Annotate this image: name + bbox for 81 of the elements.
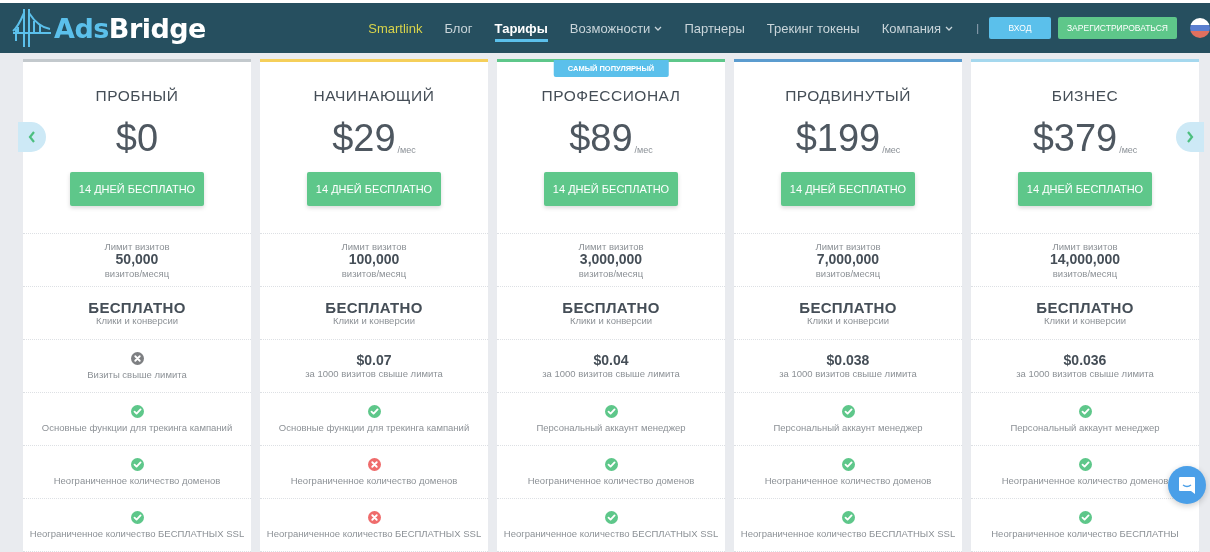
price-period: /мес bbox=[1119, 145, 1138, 155]
limit-unit: визитов/месяц bbox=[815, 267, 881, 279]
plan-name: БИЗНЕС bbox=[1051, 87, 1119, 105]
limit-unit: визитов/месяц bbox=[104, 267, 170, 279]
plan-price: $89 bbox=[569, 119, 633, 157]
overage-price: $0.07 bbox=[356, 352, 392, 369]
feature-label: Неограниченное количество доменов bbox=[527, 475, 695, 486]
next-button[interactable] bbox=[1176, 122, 1204, 152]
plan-name: ПРОФЕССИОНАЛ bbox=[541, 87, 681, 105]
nav-link[interactable]: Компания bbox=[881, 17, 954, 42]
feature-label: Неограниченное количество БЕСПЛАТНЫХ SSL bbox=[503, 528, 719, 539]
price-period: /мес bbox=[397, 145, 416, 155]
clicks-value: БЕСПЛАТНО bbox=[325, 299, 423, 316]
limit-value: 7,000,000 bbox=[816, 252, 880, 268]
price-period: /мес bbox=[634, 145, 653, 155]
nav-link[interactable]: Smartlink bbox=[368, 17, 423, 42]
chevron-down-icon bbox=[654, 26, 663, 31]
feature-label: Неограниченное количество доменов bbox=[53, 475, 221, 486]
feature-label: Неограниченное количество доменов bbox=[290, 475, 458, 486]
nav-link[interactable]: Блог bbox=[444, 17, 473, 42]
feature-label: Персональный аккаунт менеджер bbox=[773, 422, 923, 433]
feature-label: Основные функции для трекинга кампаний bbox=[278, 422, 470, 433]
clicks-label: Клики и конверсии bbox=[569, 315, 653, 327]
clicks-label: Клики и конверсии bbox=[95, 315, 179, 327]
feature-label: Персональный аккаунт менеджер bbox=[536, 422, 686, 433]
overage-label: за 1000 визитов свыше лимита bbox=[1016, 368, 1154, 380]
flag-icon[interactable] bbox=[1190, 18, 1210, 38]
plan-name: ПРОДВИНУТЫЙ bbox=[785, 87, 911, 105]
limit-label: Лимит визитов bbox=[1052, 241, 1118, 253]
price-period: /мес bbox=[882, 145, 901, 155]
nav-link[interactable]: Трекинг токены bbox=[766, 17, 860, 42]
logo-text: AdsBridge bbox=[54, 12, 206, 44]
limit-value: 50,000 bbox=[115, 252, 159, 268]
plan-price: $0 bbox=[115, 119, 159, 157]
feature-label: Неограниченное количество БЕСПЛАТНЫ bbox=[991, 528, 1179, 539]
feature-label: Персональный аккаунт менеджер bbox=[1010, 422, 1160, 433]
overage-price: $0.036 bbox=[1063, 352, 1107, 369]
clicks-value: БЕСПЛАТНО bbox=[799, 299, 897, 316]
overage-label: Визиты свыше лимита bbox=[87, 369, 187, 380]
chevron-right-icon bbox=[1185, 130, 1195, 144]
plan-price: $29 bbox=[332, 119, 396, 157]
nav-link[interactable]: Партнеры bbox=[684, 17, 745, 42]
feature-label: Неограниченное количество БЕСПЛАТНЫХ SSL bbox=[740, 528, 956, 539]
limit-value: 100,000 bbox=[348, 252, 400, 268]
nav-link[interactable]: Тарифы bbox=[494, 17, 548, 42]
clicks-label: Клики и конверсии bbox=[1043, 315, 1127, 327]
plan-name: НАЧИНАЮЩИЙ bbox=[313, 87, 435, 105]
limit-label: Лимит визитов bbox=[341, 241, 407, 253]
plan-name: ПРОБНЫЙ bbox=[95, 87, 179, 105]
feature-label: Основные функции для трекинга кампаний bbox=[41, 422, 233, 433]
feature-label: Неограниченное количество доменов bbox=[764, 475, 932, 486]
chevron-down-icon bbox=[945, 26, 954, 31]
chevron-left-icon bbox=[27, 130, 37, 144]
limit-label: Лимит визитов bbox=[104, 241, 170, 253]
clicks-label: Клики и конверсии bbox=[332, 315, 416, 327]
plan-price: $199 bbox=[795, 119, 881, 157]
overage-label: за 1000 визитов свыше лимита bbox=[779, 368, 917, 380]
overage-label: за 1000 визитов свыше лимита bbox=[305, 368, 443, 380]
clicks-label: Клики и конверсии bbox=[806, 315, 890, 327]
limit-value: 3,000,000 bbox=[579, 252, 643, 268]
limit-unit: визитов/месяц bbox=[341, 267, 407, 279]
limit-label: Лимит визитов bbox=[578, 241, 644, 253]
limit-label: Лимит визитов bbox=[815, 241, 881, 253]
overage-label: за 1000 визитов свыше лимита bbox=[542, 368, 680, 380]
clicks-value: БЕСПЛАТНО bbox=[562, 299, 660, 316]
nav-separator: | bbox=[976, 22, 979, 34]
feature-label: Неограниченное количество БЕСПЛАТНЫХ SSL bbox=[29, 528, 245, 539]
plan-price: $379 bbox=[1032, 119, 1118, 157]
nav-link[interactable]: Возможности bbox=[569, 17, 663, 42]
clicks-value: БЕСПЛАТНО bbox=[1036, 299, 1134, 316]
chat-bubble-icon bbox=[1177, 475, 1197, 495]
bridge-icon bbox=[12, 7, 52, 49]
limit-unit: визитов/месяц bbox=[578, 267, 644, 279]
feature-label: Неограниченное количество доменов bbox=[1001, 475, 1169, 486]
feature-label: Неограниченное количество БЕСПЛАТНЫХ SSL bbox=[266, 528, 482, 539]
previous-button[interactable] bbox=[18, 122, 46, 152]
limit-value: 14,000,000 bbox=[1049, 252, 1121, 268]
limit-unit: визитов/месяц bbox=[1052, 267, 1118, 279]
overage-price: $0.038 bbox=[826, 352, 870, 369]
overage-price: $0.04 bbox=[593, 352, 629, 369]
clicks-value: БЕСПЛАТНО bbox=[88, 299, 186, 316]
